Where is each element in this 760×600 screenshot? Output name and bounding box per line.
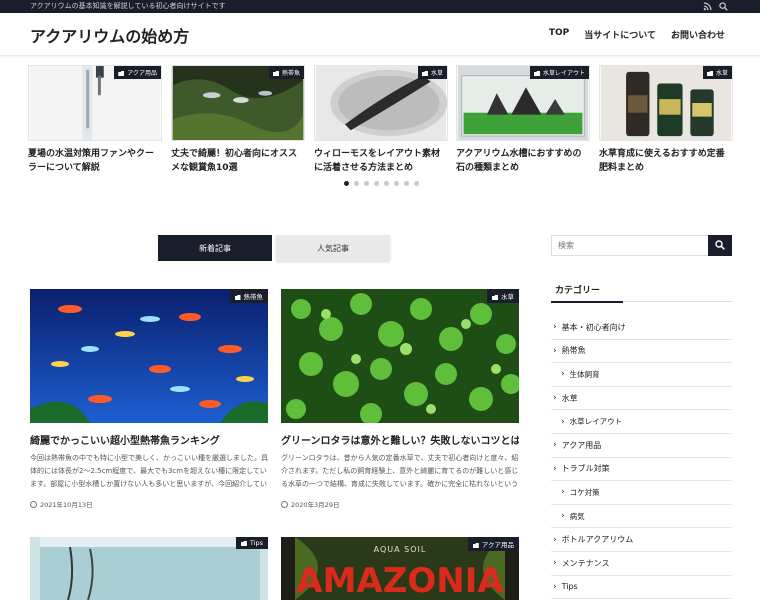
slide-title[interactable]: 丈夫で綺麗！初心者向にオススメな観賞魚10選: [171, 147, 305, 175]
slide-item[interactable]: 水草 水草育成に使えるおすすめ定番肥料まとめ: [599, 65, 733, 175]
featured-slider: アクア用品 夏場の水温対策用ファンやクーラーについて解説 熱帯魚 丈夫で綺麗！初…: [28, 65, 733, 180]
post-thumbnail[interactable]: Tips: [30, 537, 268, 600]
category-list: 基本・初心者向け 熱帯魚 生体飼育 水草 水草レイアウト アクア用品 トラブル対…: [551, 316, 732, 600]
category-item[interactable]: アクア用品: [551, 434, 732, 458]
slide-thumbnail[interactable]: アクア用品: [28, 65, 162, 141]
category-subitem[interactable]: コケ対策: [551, 481, 732, 505]
slide-category-badge: 水草レイアウト: [529, 66, 589, 79]
small-tropical-fish-image: [30, 289, 268, 423]
slide-title[interactable]: ウィローモスをレイアウト素材に活着させる方法まとめ: [314, 147, 448, 175]
post-title[interactable]: 綺麗でかっこいい超小型熱帯魚ランキング: [30, 432, 268, 447]
post-thumbnail[interactable]: 熱帯魚: [30, 289, 268, 423]
sidebar-search: [551, 235, 732, 256]
slide-thumbnail[interactable]: 水草: [314, 65, 448, 141]
slider-dot[interactable]: [354, 181, 359, 186]
slider-dot[interactable]: [344, 181, 349, 186]
slide-title[interactable]: アクアリウム水槽におすすめの石の種類まとめ: [456, 147, 590, 175]
slide-category-badge: 熱帯魚: [268, 66, 304, 79]
package-label-small: AQUA SOIL: [374, 545, 427, 554]
package-label-large: AMAZONIA: [296, 561, 504, 600]
slider-dot[interactable]: [384, 181, 389, 186]
search-input[interactable]: [552, 236, 708, 255]
post-category-badge: 水草: [487, 289, 519, 303]
slide-item[interactable]: 水草 ウィローモスをレイアウト素材に活着させる方法まとめ: [314, 65, 448, 175]
global-nav: TOP 当サイトについて お問い合わせ: [549, 28, 725, 41]
slider-dot[interactable]: [364, 181, 369, 186]
slide-category-badge: 水草: [417, 66, 447, 79]
slide-thumbnail[interactable]: 水草レイアウト: [456, 65, 590, 141]
post-card[interactable]: 水草 グリーンロタラは意外と難しい？失敗しないコツとは グリーンロタラは、昔から…: [281, 289, 519, 509]
post-card[interactable]: AQUA SOIL AMAZONIA アクア用品: [281, 537, 519, 600]
site-logo[interactable]: アクアリウムの始め方: [30, 23, 189, 47]
aquarium-tank-image: [30, 537, 268, 600]
post-excerpt: グリーンロタラは、昔から人気の定番水草で、丈夫で初心者向けと度々、紹介されます。…: [281, 454, 519, 488]
top-bar: アクアリウムの基本知識を解説している初心者向けサイトです: [0, 0, 760, 13]
category-heading-text: カテゴリー: [555, 286, 601, 296]
slider-dot[interactable]: [414, 181, 419, 186]
post-card[interactable]: 熱帯魚 綺麗でかっこいい超小型熱帯魚ランキング 今回は熱帯魚の中でも特に小型で美…: [30, 289, 268, 509]
slide-item[interactable]: アクア用品 夏場の水温対策用ファンやクーラーについて解説: [28, 65, 162, 175]
category-item[interactable]: トラブル対策: [551, 458, 732, 482]
category-subitem[interactable]: 病気: [551, 505, 732, 529]
category-subitem[interactable]: 水草レイアウト: [551, 410, 732, 434]
post-card[interactable]: Tips: [30, 537, 268, 600]
site-tagline: アクアリウムの基本知識を解説している初心者向けサイトです: [30, 2, 226, 10]
post-title[interactable]: グリーンロタラは意外と難しい？失敗しないコツとは: [281, 432, 519, 447]
slide-title[interactable]: 夏場の水温対策用ファンやクーラーについて解説: [28, 147, 162, 175]
category-item[interactable]: ボトルアクアリウム: [551, 528, 732, 552]
slider-pagination: [344, 181, 419, 186]
category-item[interactable]: 熱帯魚: [551, 340, 732, 364]
slide-category-badge: アクア用品: [114, 66, 161, 79]
post-date: 2020年3月29日: [281, 499, 519, 509]
slider-dot[interactable]: [404, 181, 409, 186]
post-thumbnail[interactable]: AQUA SOIL AMAZONIA アクア用品: [281, 537, 519, 600]
slide-item[interactable]: 水草レイアウト アクアリウム水槽におすすめの石の種類まとめ: [456, 65, 590, 175]
category-subitem[interactable]: 生体飼育: [551, 363, 732, 387]
slide-category-badge: 水草: [702, 66, 732, 79]
slider-dot[interactable]: [394, 181, 399, 186]
nav-top[interactable]: TOP: [549, 28, 569, 41]
post-category-badge: アクア用品: [467, 537, 519, 551]
rss-icon[interactable]: [703, 2, 712, 11]
slider-dot[interactable]: [374, 181, 379, 186]
slide-thumbnail[interactable]: 水草: [599, 65, 733, 141]
category-item[interactable]: メンテナンス: [551, 552, 732, 576]
nav-about[interactable]: 当サイトについて: [584, 28, 656, 41]
post-category-badge: 熱帯魚: [229, 289, 268, 303]
post-excerpt: 今回は熱帯魚の中でも特に小型で美しく、かっこいい種を厳選しました。具体的には体長…: [30, 454, 268, 488]
search-button[interactable]: [708, 235, 732, 256]
category-widget-heading: カテゴリー: [551, 283, 732, 303]
site-header: アクアリウムの始め方 TOP 当サイトについて お問い合わせ: [0, 13, 760, 55]
slide-item[interactable]: 熱帯魚 丈夫で綺麗！初心者向にオススメな観賞魚10選: [171, 65, 305, 175]
post-thumbnail[interactable]: 水草: [281, 289, 519, 423]
slide-thumbnail[interactable]: 熱帯魚: [171, 65, 305, 141]
green-rotala-image: [281, 289, 519, 423]
post-category-badge: Tips: [235, 537, 268, 549]
category-item[interactable]: Tips: [551, 576, 732, 600]
post-date: 2021年10月13日: [30, 499, 268, 509]
search-icon: [715, 240, 725, 250]
nav-contact[interactable]: お問い合わせ: [671, 28, 725, 41]
tab-popular-posts[interactable]: 人気記事: [276, 235, 390, 261]
tab-new-posts[interactable]: 新着記事: [158, 235, 272, 261]
search-icon[interactable]: [719, 2, 728, 11]
category-item[interactable]: 水草: [551, 387, 732, 411]
category-item[interactable]: 基本・初心者向け: [551, 316, 732, 340]
slide-title[interactable]: 水草育成に使えるおすすめ定番肥料まとめ: [599, 147, 733, 175]
